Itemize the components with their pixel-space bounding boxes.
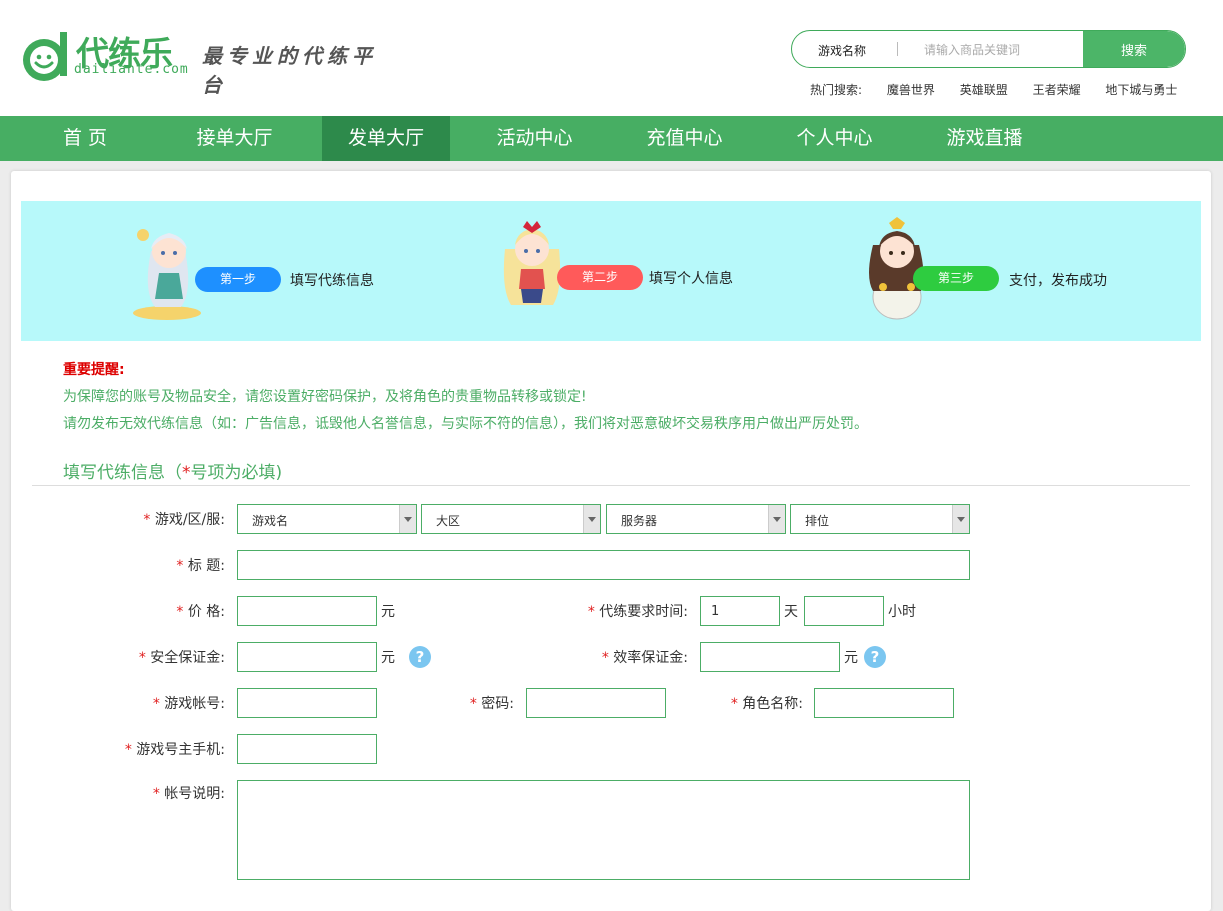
rank-select[interactable]: 排位 <box>790 504 970 534</box>
notice-title: 重要提醒: <box>63 362 125 378</box>
logo-domain: dailiante.com <box>74 62 189 77</box>
owner-phone-input[interactable] <box>237 734 377 764</box>
chevron-down-icon <box>399 505 416 533</box>
section-divider <box>32 485 1190 486</box>
notice-line: 请勿发布无效代练信息（如：广告信息，诋毁他人名誉信息，与实际不符的信息），我们将… <box>63 416 868 432</box>
hours-unit: 小时 <box>888 604 916 620</box>
important-notice: 重要提醒: 为保障您的账号及物品安全，请您设置好密码保护，及将角色的贵重物品转移… <box>63 357 868 438</box>
password-label: * 密码: <box>469 696 514 712</box>
step-three-text: 支付，发布成功 <box>1009 273 1107 289</box>
section-title-suffix: 号项为必填) <box>190 463 283 483</box>
hot-search-link[interactable]: 王者荣耀 <box>1033 83 1081 97</box>
chevron-down-icon <box>952 505 969 533</box>
help-icon[interactable]: ? <box>409 646 431 668</box>
help-icon[interactable]: ? <box>864 646 886 668</box>
notice-line: 为保障您的账号及物品安全，请您设置好密码保护，及将角色的贵重物品转移或锁定! <box>63 389 587 405</box>
hot-search-link[interactable]: 地下城与勇士 <box>1105 83 1177 97</box>
price-input[interactable] <box>237 596 377 626</box>
title-label: * 标 题: <box>176 558 225 574</box>
nav-item-publish-hall[interactable]: 发单大厅 <box>322 116 450 161</box>
server-select[interactable]: 服务器 <box>606 504 786 534</box>
nav-item-personal[interactable]: 个人中心 <box>772 116 897 161</box>
hot-search-link[interactable]: 英雄联盟 <box>960 83 1008 97</box>
search-category[interactable]: 游戏名称 <box>818 42 866 59</box>
time-requirement-label: * 代练要求时间: <box>587 604 688 620</box>
hot-searches: 热门搜索: 魔兽世界 英雄联盟 王者荣耀 地下城与勇士 <box>810 81 1198 98</box>
main-nav: 首 页 接单大厅 发单大厅 活动中心 充值中心 个人中心 游戏直播 <box>0 116 1223 161</box>
chevron-down-icon <box>583 505 600 533</box>
role-name-label: * 角色名称: <box>730 696 803 712</box>
search-button[interactable]: 搜索 <box>1083 31 1185 67</box>
security-deposit-unit: 元 <box>381 650 395 666</box>
logo-smiley-icon <box>23 32 67 81</box>
nav-item-recharge[interactable]: 充值中心 <box>622 116 747 161</box>
section-title-prefix: 填写代练信息（ <box>63 463 182 483</box>
role-name-input[interactable] <box>814 688 954 718</box>
nav-item-order-hall[interactable]: 接单大厅 <box>172 116 297 161</box>
security-deposit-input[interactable] <box>237 642 377 672</box>
game-region-server-label: * 游戏/区/服: <box>143 512 225 528</box>
steps-banner: 第一步 填写代练信息 第二步 填写个人信息 第三步 支付，发布成功 <box>21 201 1201 341</box>
game-account-input[interactable] <box>237 688 377 718</box>
chevron-down-icon <box>768 505 785 533</box>
hot-searches-label: 热门搜索: <box>810 83 863 97</box>
efficiency-deposit-unit: 元 <box>844 650 858 666</box>
region-select[interactable]: 大区 <box>421 504 601 534</box>
site-header: 代练乐 dailiante.com 最专业的代练平台 游戏名称 搜索 热门搜索:… <box>0 0 1223 116</box>
step-two-text: 填写个人信息 <box>649 271 733 287</box>
price-unit: 元 <box>381 604 395 620</box>
step-two-character-illustration <box>503 221 561 305</box>
section-title: 填写代练信息（*号项为必填) <box>63 458 282 483</box>
step-one-badge: 第一步 <box>195 267 281 292</box>
publish-form-card: 第一步 填写代练信息 第二步 填写个人信息 第三步 支付，发布成功 重要提醒: … <box>11 171 1211 911</box>
days-unit: 天 <box>784 604 798 620</box>
hot-search-link[interactable]: 魔兽世界 <box>887 83 935 97</box>
nav-item-live[interactable]: 游戏直播 <box>922 116 1047 161</box>
slogan: 最专业的代练平台 <box>202 44 377 97</box>
price-label: * 价 格: <box>176 604 225 620</box>
site-logo[interactable]: 代练乐 dailiante.com 最专业的代练平台 <box>20 22 400 97</box>
owner-phone-label: * 游戏号主手机: <box>124 742 225 758</box>
password-input[interactable] <box>526 688 666 718</box>
step-three-badge: 第三步 <box>913 266 999 291</box>
nav-item-home[interactable]: 首 页 <box>26 116 144 161</box>
nav-item-activity[interactable]: 活动中心 <box>472 116 597 161</box>
hours-input[interactable] <box>804 596 884 626</box>
security-deposit-label: * 安全保证金: <box>138 650 225 666</box>
account-description-textarea[interactable] <box>237 780 970 880</box>
required-star: * <box>182 463 191 483</box>
game-select[interactable]: 游戏名 <box>237 504 417 534</box>
efficiency-deposit-label: * 效率保证金: <box>601 650 688 666</box>
efficiency-deposit-input[interactable] <box>700 642 840 672</box>
step-one-text: 填写代练信息 <box>290 273 374 289</box>
account-description-label: * 帐号说明: <box>152 786 225 802</box>
search-divider <box>897 42 898 56</box>
game-account-label: * 游戏帐号: <box>152 696 225 712</box>
title-input[interactable] <box>237 550 970 580</box>
search-input[interactable] <box>922 37 1076 63</box>
search-bar: 游戏名称 搜索 <box>791 30 1186 68</box>
days-input[interactable] <box>700 596 780 626</box>
step-two-badge: 第二步 <box>557 265 643 290</box>
